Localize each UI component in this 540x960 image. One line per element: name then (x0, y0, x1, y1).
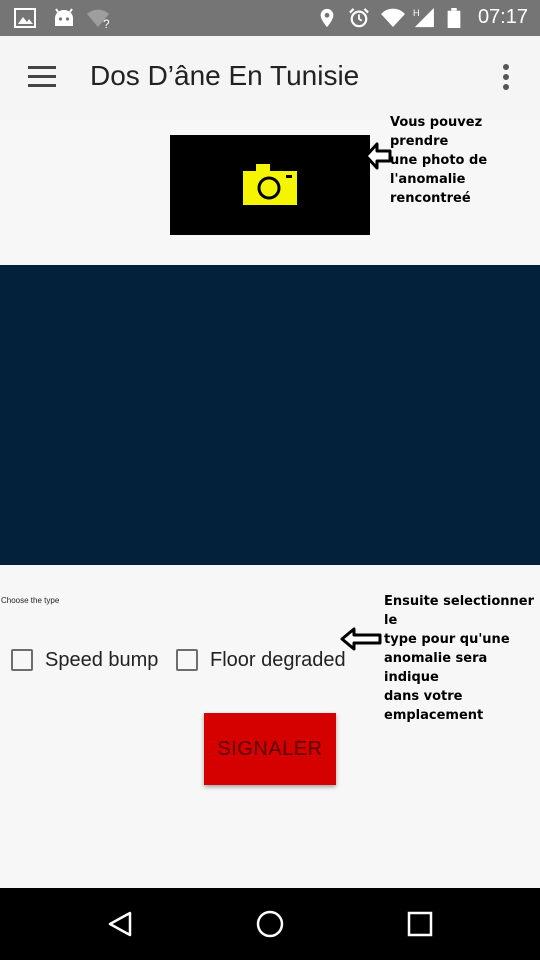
signal-h-icon: H (413, 8, 434, 28)
camera-hint-line: Vous pouvez prendre (390, 115, 483, 149)
map-view[interactable] (0, 265, 540, 565)
floor-degraded-label: Floor degraded (210, 648, 346, 671)
home-icon[interactable] (256, 910, 284, 938)
wifi-question-icon: ? (87, 9, 110, 28)
type-hint-line: anomalie sera indique (384, 651, 488, 685)
navigation-bar (0, 888, 540, 960)
app-title: Dos D’âne En Tunisie (90, 60, 360, 91)
alarm-icon (349, 8, 369, 28)
speed-bump-label: Speed bump (45, 648, 159, 671)
back-icon[interactable] (106, 910, 134, 938)
camera-hint-line: l'anomalie (390, 172, 466, 187)
camera-hint: Vous pouvez prendre une photo de l'anoma… (390, 113, 540, 208)
floor-degraded-checkbox[interactable]: Floor degraded (176, 645, 346, 675)
take-photo-button[interactable] (170, 135, 370, 235)
arrow-left-icon (364, 142, 392, 170)
status-bar: ? H 07:17 (0, 0, 540, 36)
type-hint-line: emplacement (384, 708, 484, 723)
menu-icon[interactable] (28, 66, 56, 88)
arrow-left-icon (340, 627, 382, 651)
speed-bump-checkbox[interactable]: Speed bump (11, 645, 158, 675)
type-hint-line: type pour qu'une (384, 632, 510, 647)
image-icon (14, 8, 36, 28)
battery-icon (447, 8, 461, 28)
svg-text:H: H (413, 8, 420, 18)
camera-icon (243, 164, 297, 205)
wifi-icon (381, 8, 405, 28)
recents-icon[interactable] (406, 910, 434, 938)
camera-hint-line: rencontreé (390, 191, 471, 206)
android-icon (55, 8, 73, 26)
checkbox-box[interactable] (176, 649, 198, 671)
choose-type-label: Choose the type (1, 596, 60, 605)
location-icon (320, 8, 334, 28)
overflow-menu-icon[interactable] (500, 64, 512, 92)
type-hint: Ensuite selectionner le type pour qu'une… (384, 592, 540, 725)
camera-hint-line: une photo de (390, 153, 488, 168)
svg-text:?: ? (103, 17, 110, 28)
type-hint-line: dans votre (384, 689, 463, 704)
checkbox-box[interactable] (11, 649, 33, 671)
type-hint-line: Ensuite selectionner le (384, 594, 535, 628)
signaler-button[interactable]: SIGNALER (204, 713, 336, 785)
app-bar: Dos D’âne En Tunisie (0, 36, 540, 120)
clock: 07:17 (477, 6, 528, 28)
